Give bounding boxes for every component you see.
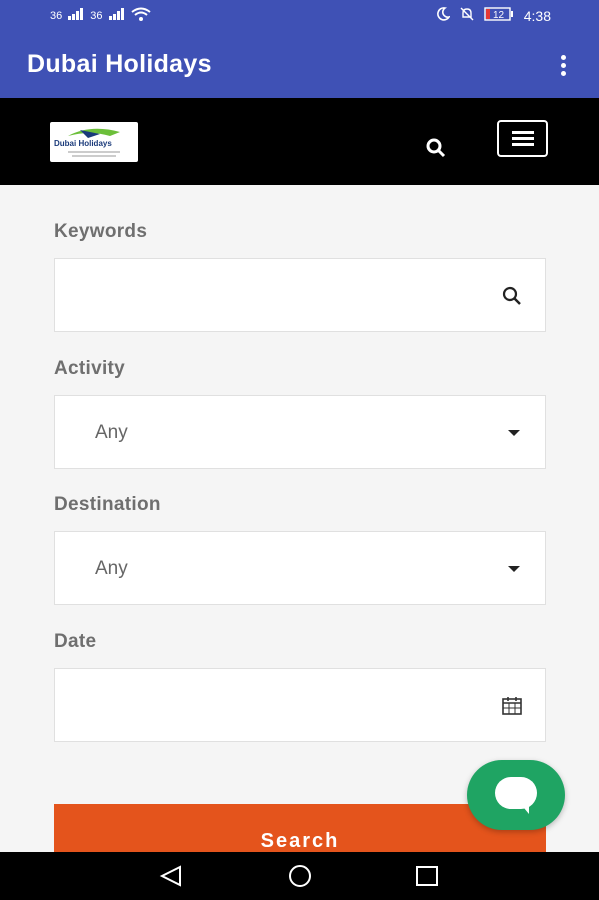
keywords-label: Keywords (54, 221, 148, 242)
activity-select[interactable]: Any (54, 395, 546, 469)
hamburger-menu-icon[interactable] (497, 120, 548, 157)
clock-time: 4:38 (523, 7, 551, 24)
mute-icon (460, 7, 474, 24)
calendar-icon[interactable] (501, 695, 523, 722)
search-icon[interactable] (501, 285, 523, 312)
battery-icon: 12 (484, 7, 514, 24)
moon-icon (436, 7, 451, 24)
site-header: Dubai Holidays (0, 98, 599, 185)
destination-selected: Any (95, 558, 128, 579)
date-input[interactable] (54, 668, 546, 742)
activity-selected: Any (95, 422, 128, 443)
dropdown-caret-icon (508, 430, 520, 436)
chat-button[interactable] (467, 760, 565, 830)
signal-icon (108, 8, 125, 23)
home-icon[interactable] (286, 864, 314, 893)
app-title: Dubai Holidays (27, 50, 212, 78)
recents-icon[interactable] (414, 864, 440, 893)
navigation-bar (0, 852, 599, 900)
signal-label-1: 36 (50, 9, 63, 22)
more-vert-icon[interactable] (553, 52, 573, 80)
svg-text:12: 12 (493, 10, 505, 21)
app-bar: Dubai Holidays (0, 32, 599, 98)
back-icon[interactable] (158, 864, 184, 893)
search-icon[interactable] (424, 136, 448, 160)
keywords-input[interactable] (54, 258, 546, 332)
wifi-icon (130, 7, 151, 24)
destination-label: Destination (54, 494, 161, 515)
signal-icon (68, 8, 84, 23)
date-label: Date (54, 631, 97, 652)
destination-select[interactable]: Any (54, 531, 546, 605)
signal-label-2: 36 (90, 9, 103, 22)
activity-label: Activity (54, 358, 126, 379)
status-bar: 36 36 12 4:38 (0, 0, 599, 32)
site-logo[interactable]: Dubai Holidays (50, 122, 138, 162)
dropdown-caret-icon (508, 566, 520, 572)
